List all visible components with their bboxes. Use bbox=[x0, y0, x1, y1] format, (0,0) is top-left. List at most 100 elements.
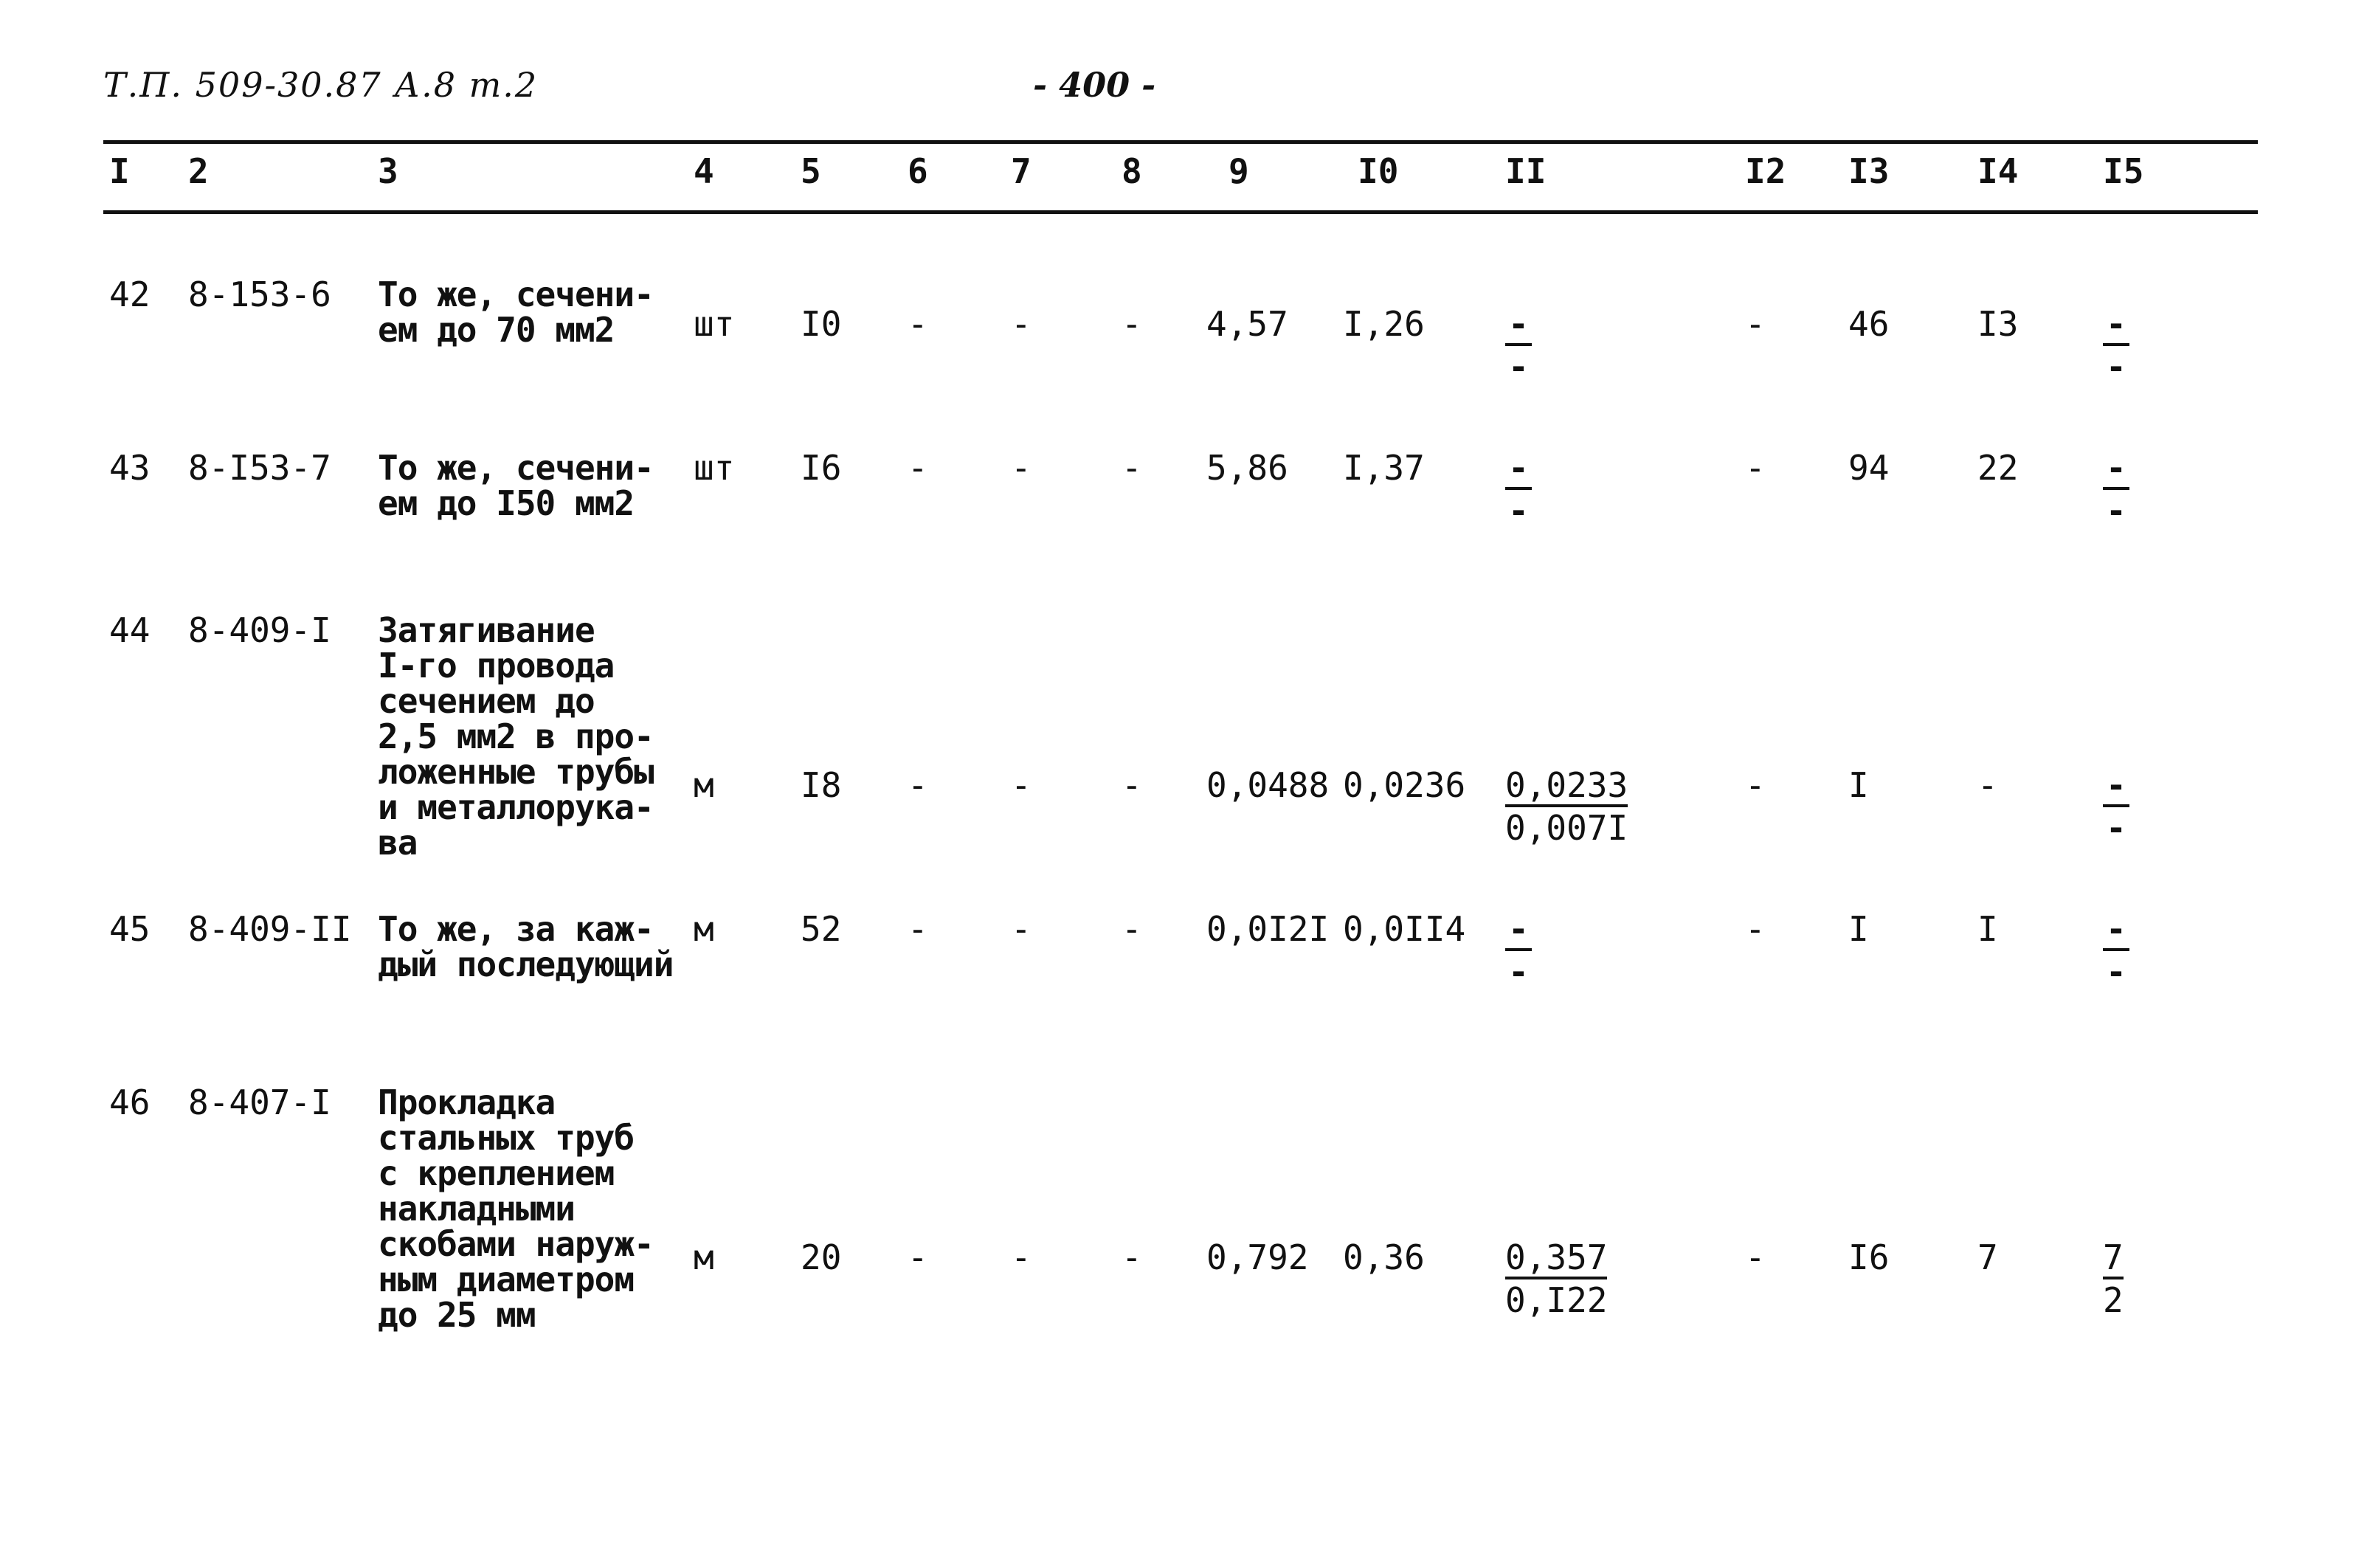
unit: м bbox=[694, 765, 714, 805]
column-header-5: 5 bbox=[801, 151, 821, 191]
col-6-value: - bbox=[908, 1237, 928, 1277]
work-description: То же, сечени- ем до I50 мм2 bbox=[378, 448, 654, 523]
col-12-value: - bbox=[1745, 765, 1766, 805]
unit: шт bbox=[694, 304, 735, 344]
column-header-6: 6 bbox=[908, 151, 928, 191]
work-description: Затягивание I-го провода сечением до 2,5… bbox=[378, 610, 654, 863]
col-15-fraction-numerator: 7 bbox=[2103, 1240, 2124, 1279]
rate-code: 8-407-I bbox=[188, 1082, 331, 1122]
col-7-value: - bbox=[1011, 304, 1032, 344]
col-8-value: - bbox=[1122, 448, 1142, 488]
col-11-fraction-denominator: 0,I22 bbox=[1505, 1280, 1608, 1320]
quantity: I6 bbox=[801, 448, 842, 488]
col-14-value: 22 bbox=[1977, 448, 2019, 488]
col-15-fraction: -- bbox=[2103, 306, 2129, 384]
column-header-14: I4 bbox=[1977, 151, 2019, 191]
col-11-fraction-denominator: - bbox=[1508, 491, 1529, 531]
quantity: 52 bbox=[801, 909, 842, 949]
unit: шт bbox=[694, 448, 735, 488]
col-15-fraction: -- bbox=[2103, 911, 2129, 990]
col-11-fraction: -- bbox=[1505, 306, 1532, 384]
column-header-8: 8 bbox=[1122, 151, 1142, 191]
col-15-fraction: 72 bbox=[2103, 1240, 2124, 1318]
col-15-fraction-numerator: - bbox=[2103, 306, 2129, 346]
col-15-fraction-denominator: - bbox=[2106, 808, 2126, 848]
column-header-9: 9 bbox=[1229, 151, 1249, 191]
column-header-4: 4 bbox=[694, 151, 714, 191]
col-8-value: - bbox=[1122, 765, 1142, 805]
col-11-fraction-numerator: - bbox=[1505, 911, 1532, 951]
column-header-10: I0 bbox=[1358, 151, 1399, 191]
col-11-fraction: -- bbox=[1505, 450, 1532, 528]
col-9-value: 5,86 bbox=[1206, 448, 1288, 488]
col-11-fraction-denominator: - bbox=[1508, 347, 1529, 387]
col-12-value: - bbox=[1745, 448, 1766, 488]
col-11-fraction-denominator: - bbox=[1508, 952, 1529, 992]
col-13-value: 46 bbox=[1848, 304, 1890, 344]
col-9-value: 0,0488 bbox=[1206, 765, 1330, 805]
column-header-7: 7 bbox=[1011, 151, 1032, 191]
col-9-value: 4,57 bbox=[1206, 304, 1288, 344]
row-number: 42 bbox=[109, 274, 151, 314]
col-8-value: - bbox=[1122, 1237, 1142, 1277]
col-14-value: 7 bbox=[1977, 1237, 1998, 1277]
row-number: 44 bbox=[109, 610, 151, 650]
col-7-value: - bbox=[1011, 448, 1032, 488]
col-11-fraction: 0,357 0,I22 bbox=[1505, 1240, 1608, 1320]
column-header-3: 3 bbox=[378, 151, 398, 191]
column-header-2: 2 bbox=[188, 151, 209, 191]
col-11-fraction-numerator: 0,0233 bbox=[1505, 767, 1628, 807]
col-13-value: 94 bbox=[1848, 448, 1890, 488]
unit: м bbox=[694, 909, 714, 949]
column-header-1: I bbox=[109, 151, 130, 191]
col-13-value: I6 bbox=[1848, 1237, 1890, 1277]
quantity: I0 bbox=[801, 304, 842, 344]
col-10-value: 0,36 bbox=[1343, 1237, 1425, 1277]
col-8-value: - bbox=[1122, 304, 1142, 344]
column-header-15: I5 bbox=[2103, 151, 2144, 191]
col-12-value: - bbox=[1745, 909, 1766, 949]
col-10-value: 0,0236 bbox=[1343, 765, 1466, 805]
header-rule-bottom bbox=[103, 210, 2258, 214]
rate-code: 8-409-II bbox=[188, 909, 352, 949]
col-11-fraction-numerator: - bbox=[1505, 306, 1532, 346]
col-15-fraction-denominator: - bbox=[2106, 952, 2126, 992]
col-9-value: 0,0I2I bbox=[1206, 909, 1330, 949]
col-15-fraction-numerator: - bbox=[2103, 911, 2129, 951]
col-7-value: - bbox=[1011, 765, 1032, 805]
rate-code: 8-I53-7 bbox=[188, 448, 331, 488]
col-15-fraction-denominator: 2 bbox=[2103, 1280, 2124, 1320]
header-rule-top bbox=[103, 140, 2258, 144]
row-number: 46 bbox=[109, 1082, 151, 1122]
row-number: 45 bbox=[109, 909, 151, 949]
col-10-value: 0,0II4 bbox=[1343, 909, 1466, 949]
rate-code: 8-153-6 bbox=[188, 274, 331, 314]
column-header-13: I3 bbox=[1848, 151, 1890, 191]
col-14-value: I3 bbox=[1977, 304, 2019, 344]
work-description: То же, за каж- дый последующий bbox=[378, 909, 674, 984]
col-6-value: - bbox=[908, 304, 928, 344]
col-13-value: I bbox=[1848, 909, 1869, 949]
col-11-fraction-denominator: 0,007I bbox=[1505, 808, 1628, 848]
col-13-value: I bbox=[1848, 765, 1869, 805]
col-15-fraction-denominator: - bbox=[2106, 347, 2126, 387]
document-header-ref: Т.П. 509-30.87 А.8 т.2 bbox=[103, 65, 539, 105]
col-12-value: - bbox=[1745, 304, 1766, 344]
col-15-fraction-denominator: - bbox=[2106, 491, 2126, 531]
row-number: 43 bbox=[109, 448, 151, 488]
col-11-fraction-numerator: - bbox=[1505, 450, 1532, 490]
page-number: - 400 - bbox=[1033, 65, 1156, 105]
col-12-value: - bbox=[1745, 1237, 1766, 1277]
column-header-11: II bbox=[1505, 151, 1547, 191]
col-14-value: - bbox=[1977, 765, 1998, 805]
unit: м bbox=[694, 1237, 714, 1277]
col-14-value: I bbox=[1977, 909, 1998, 949]
col-6-value: - bbox=[908, 765, 928, 805]
col-11-fraction: 0,0233 0,007I bbox=[1505, 767, 1628, 846]
col-15-fraction: -- bbox=[2103, 450, 2129, 528]
work-description: То же, сечени- ем до 70 мм2 bbox=[378, 274, 654, 350]
col-8-value: - bbox=[1122, 909, 1142, 949]
quantity: 20 bbox=[801, 1237, 842, 1277]
column-header-12: I2 bbox=[1745, 151, 1786, 191]
col-15-fraction-numerator: - bbox=[2103, 450, 2129, 490]
